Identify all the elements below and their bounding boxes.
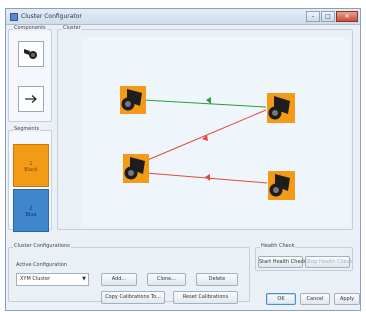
apply-button[interactable]: Apply <box>334 293 360 305</box>
add-configuration-button[interactable]: Add... <box>101 273 137 286</box>
reset-calibrations-button[interactable]: Reset Calibrations <box>173 291 238 304</box>
cancel-button[interactable]: Cancel <box>300 293 330 305</box>
camera-node-1[interactable] <box>120 86 146 114</box>
segment-name: Blue <box>25 212 37 218</box>
segment-name: Black <box>24 167 38 173</box>
segment-blue[interactable]: 2 Blue <box>13 189 49 232</box>
close-button[interactable]: ✕ <box>336 11 358 22</box>
cluster-group: Cluster <box>57 25 353 230</box>
link-bottom[interactable] <box>133 171 268 184</box>
window-title: Cluster Configurator <box>21 13 82 20</box>
camera-node-3[interactable] <box>123 154 149 183</box>
app-icon <box>10 13 18 21</box>
minimize-button[interactable]: – <box>306 11 320 22</box>
camera-icon <box>24 49 37 59</box>
active-configuration-label: Active Configuration <box>16 262 67 268</box>
cluster-configurations-label: Cluster Configurations <box>13 243 71 249</box>
camera-node-2[interactable] <box>267 93 295 123</box>
cluster-label: Cluster <box>62 25 82 31</box>
stop-health-check-button[interactable]: Stop Health Check <box>305 256 352 268</box>
ok-button[interactable]: OK <box>266 293 296 305</box>
segments-label: Segments <box>13 126 41 132</box>
components-label: Components <box>13 25 47 31</box>
title-bar: Cluster Configurator – □ ✕ <box>6 9 360 25</box>
camera-node-4[interactable] <box>268 171 295 200</box>
components-group: Components <box>8 25 52 122</box>
add-link-component-button[interactable] <box>18 86 44 112</box>
health-check-label: Health Check <box>260 243 296 249</box>
maximize-button[interactable]: □ <box>321 11 335 22</box>
clone-configuration-button[interactable]: Clone... <box>147 273 186 286</box>
segments-group: Segments 1 Black 2 Blue <box>8 126 52 232</box>
link-cross[interactable] <box>130 109 267 168</box>
start-health-check-button[interactable]: Start Health Check <box>258 256 306 268</box>
arrow-right-icon <box>25 95 37 103</box>
chevron-down-icon: ▼ <box>82 276 86 282</box>
cluster-diagram <box>120 86 295 200</box>
copy-calibrations-button[interactable]: Copy Calibrations To... <box>101 291 165 304</box>
active-configuration-value: XYM Cluster <box>20 276 51 282</box>
active-configuration-select[interactable]: XYM Cluster ▼ <box>16 273 89 286</box>
link-top[interactable] <box>142 99 267 108</box>
add-camera-component-button[interactable] <box>18 41 44 67</box>
link-arrow-icon <box>205 174 210 181</box>
segment-black[interactable]: 1 Black <box>13 144 49 187</box>
delete-configuration-button[interactable]: Delete <box>196 273 238 286</box>
cluster-canvas[interactable] <box>81 37 351 226</box>
link-arrow-icon <box>206 97 211 104</box>
